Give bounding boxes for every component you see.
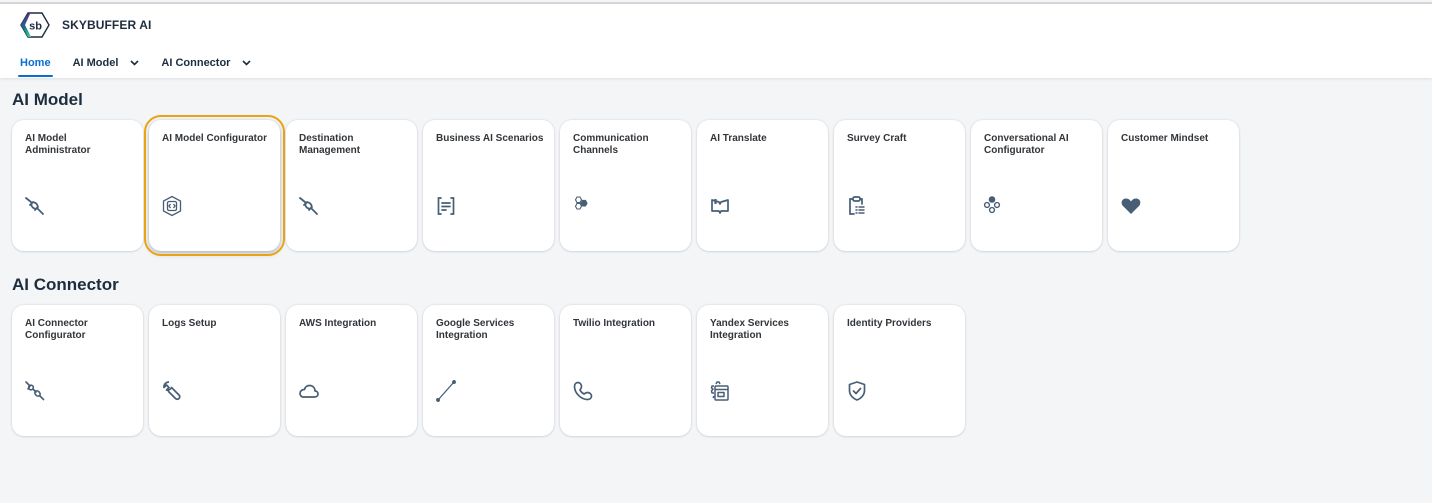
clipboard-list-icon [846, 195, 868, 217]
top-navigation: Home AI Model AI Connector [18, 52, 273, 77]
tile-group-ai-model: AI Model Administrator AI Model Configur… [12, 115, 1245, 256]
shield-check-icon [846, 380, 868, 402]
tile-title: Survey Craft [847, 133, 907, 144]
shell-header: sb SKYBUFFER AI Home AI Model AI Connect… [0, 4, 1432, 78]
tile-aws-integration[interactable]: AWS Integration [286, 305, 417, 436]
tile-title: Logs Setup [162, 318, 217, 329]
document-text-icon [435, 195, 457, 217]
section-title-ai-connector: AI Connector [12, 275, 119, 294]
nodes-icon [983, 195, 1005, 217]
plug-disconnected-icon [298, 195, 320, 217]
nav-tab-home[interactable]: Home [18, 52, 53, 77]
tile-title: AI Connector Configurator [25, 318, 88, 341]
tile-title: Google Services Integration [436, 318, 515, 341]
tile-title: AWS Integration [299, 318, 377, 329]
tile-title: Business AI Scenarios [436, 133, 544, 144]
tile-title: Customer Mindset [1121, 133, 1209, 144]
line-icon [435, 380, 457, 402]
brand[interactable]: sb SKYBUFFER AI [20, 12, 151, 38]
skybuffer-logo-icon: sb [20, 12, 50, 38]
tile-title: Yandex Services Integration [710, 318, 789, 341]
tile-conversational-ai-configurator[interactable]: Conversational AI Configurator [971, 120, 1102, 251]
tile-twilio-integration[interactable]: Twilio Integration [560, 305, 691, 436]
tile-title: AI Model Administrator [25, 133, 91, 156]
svg-text:sb: sb [29, 21, 42, 33]
brand-name: SKYBUFFER AI [62, 18, 152, 32]
tile-destination-management[interactable]: Destination Management [286, 120, 417, 251]
tile-title: Conversational AI Configurator [984, 133, 1069, 156]
hexagon-code-icon [161, 195, 183, 217]
chevron-down-icon [242, 60, 252, 66]
tile-google-services-integration[interactable]: Google Services Integration [423, 305, 554, 436]
open-book-icon [709, 195, 731, 217]
section-title-ai-model: AI Model [12, 90, 83, 109]
nav-tab-label: AI Model [72, 57, 119, 69]
nav-tab-ai-model[interactable]: AI Model [73, 52, 140, 74]
tile-title: Twilio Integration [573, 318, 656, 329]
tile-logs-setup[interactable]: Logs Setup [149, 305, 280, 436]
tile-title: Identity Providers [847, 318, 932, 329]
phone-icon [572, 380, 594, 402]
tile-group-ai-connector: AI Connector Configurator Logs Setup AWS… [12, 305, 971, 436]
gear-window-icon [709, 380, 731, 402]
tile-business-ai-scenarios[interactable]: Business AI Scenarios [423, 120, 554, 251]
nav-tab-ai-connector[interactable]: AI Connector [161, 52, 252, 74]
tile-ai-model-configurator[interactable]: AI Model Configurator [144, 115, 285, 256]
tile-title: AI Model Configurator [162, 133, 267, 144]
cloud-icon [298, 380, 320, 402]
tile-title: Destination Management [299, 133, 361, 156]
nav-tab-label: AI Connector [161, 57, 231, 69]
tile-title: Communication Channels [573, 133, 649, 156]
nav-tab-label: Home [20, 57, 51, 69]
tile-ai-connector-configurator[interactable]: AI Connector Configurator [12, 305, 143, 436]
chevron-down-icon [130, 60, 139, 66]
heart-icon [1120, 195, 1142, 217]
plug-connect-icon [24, 380, 46, 402]
tile-ai-translate[interactable]: AI Translate [697, 120, 828, 251]
wrench-icon [161, 380, 183, 402]
tile-ai-model-administrator[interactable]: AI Model Administrator [12, 120, 143, 251]
tile-title: AI Translate [710, 133, 767, 144]
tile-communication-channels[interactable]: Communication Channels [560, 120, 691, 251]
tile-yandex-services-integration[interactable]: Yandex Services Integration [697, 305, 828, 436]
hexagons-icon [572, 195, 594, 217]
tile-survey-craft[interactable]: Survey Craft [834, 120, 965, 251]
tile-identity-providers[interactable]: Identity Providers [834, 305, 965, 436]
tile-customer-mindset[interactable]: Customer Mindset [1108, 120, 1239, 251]
plug-disconnected-icon [24, 195, 46, 217]
